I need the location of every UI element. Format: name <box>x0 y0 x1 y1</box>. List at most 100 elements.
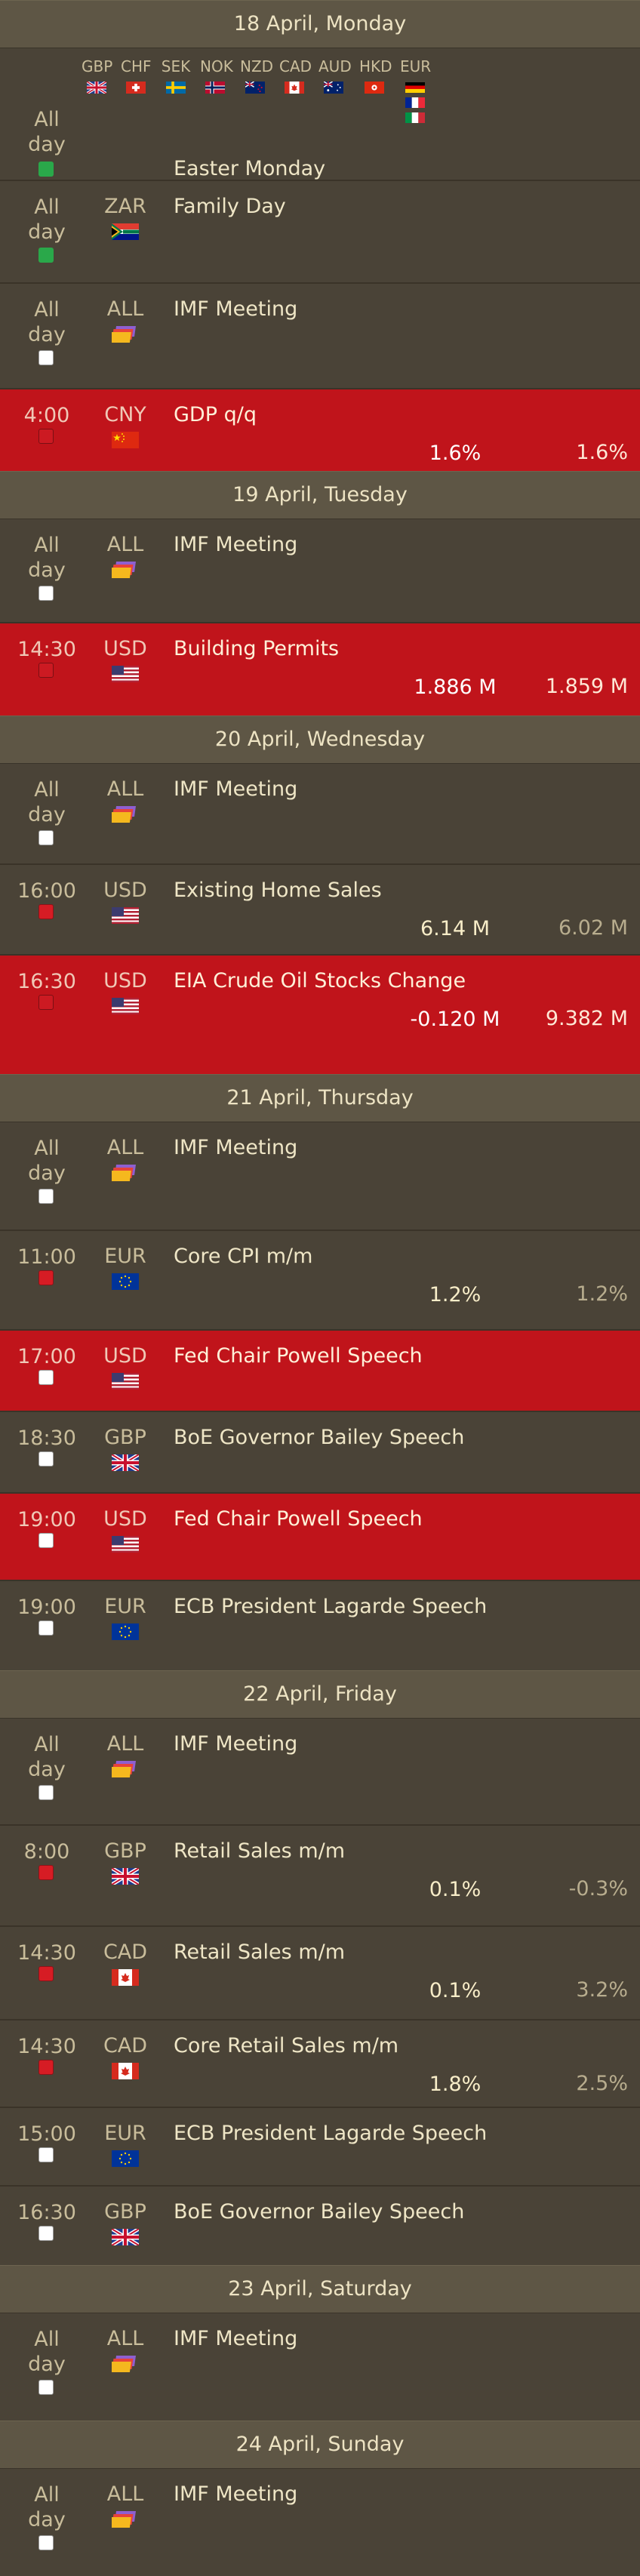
event-checkbox[interactable] <box>38 1620 54 1636</box>
event-checkbox[interactable] <box>38 1270 54 1285</box>
event-checkbox[interactable] <box>38 2226 54 2241</box>
event-time: 14:30 <box>17 2035 76 2058</box>
event-row[interactable]: 8:00 GBP Retail Sales m/m 0.1% -0.3% <box>0 1824 640 1925</box>
event-checkbox[interactable] <box>38 1533 54 1548</box>
event-title[interactable]: EIA Crude Oil Stocks Change <box>174 969 466 993</box>
event-forecast-value: 2.5% <box>576 2072 628 2095</box>
event-checkbox[interactable] <box>38 1451 54 1467</box>
event-title[interactable]: Retail Sales m/m <box>174 1940 345 1964</box>
event-time: All day <box>28 2328 66 2376</box>
event-title[interactable]: Building Permits <box>174 637 339 660</box>
ca-flag-icon <box>285 82 304 94</box>
event-time: 17:00 <box>17 1345 76 1368</box>
se-flag-icon <box>166 82 186 94</box>
italy-flag-icon <box>405 112 425 124</box>
event-row[interactable]: All day ALL IMF Meeting <box>0 519 640 622</box>
event-title[interactable]: Fed Chair Powell Speech <box>174 1344 423 1368</box>
event-title[interactable]: Family Day <box>174 195 286 218</box>
event-currency: ALL <box>106 2482 144 2506</box>
event-row-high-impact[interactable]: 4:00 CNY GDP q/q 1.6% 1.6% <box>0 388 640 471</box>
day-header: 24 April, Sunday <box>0 2421 640 2469</box>
event-currency: EUR <box>104 1595 146 1618</box>
event-row[interactable]: All day ALL IMF Meeting <box>0 1719 640 1824</box>
event-checkbox[interactable] <box>38 2147 54 2162</box>
event-row[interactable]: All day ZAR Family Day <box>0 180 640 282</box>
uk-flag-icon <box>110 1866 140 1887</box>
event-checkbox[interactable] <box>38 1865 54 1880</box>
event-checkbox[interactable] <box>38 248 54 263</box>
event-checkbox[interactable] <box>38 995 54 1010</box>
event-row-high-impact[interactable]: 16:30 USD EIA Crude Oil Stocks Change -0.12… <box>0 954 640 1074</box>
event-checkbox[interactable] <box>38 830 54 845</box>
event-row[interactable]: 16:00 USD Existing Home Sales 6.14 M 6.02 M <box>0 863 640 954</box>
event-row[interactable]: 18:30 GBP BoE Governor Bailey Speech <box>0 1411 640 1492</box>
event-checkbox[interactable] <box>38 1189 54 1204</box>
event-title[interactable]: IMF Meeting <box>174 2482 297 2506</box>
event-title[interactable]: BoE Governor Bailey Speech <box>174 1426 464 1449</box>
event-time: 19:00 <box>17 1596 76 1619</box>
event-checkbox[interactable] <box>38 663 54 678</box>
event-row[interactable]: All day ALL IMF Meeting <box>0 764 640 863</box>
event-row[interactable]: All day ALL IMF Meeting <box>0 282 640 388</box>
event-time: All day <box>28 1733 66 1781</box>
event-title[interactable]: Retail Sales m/m <box>174 1839 345 1863</box>
event-title[interactable]: Easter Monday <box>174 157 325 180</box>
event-row[interactable]: 11:00 EUR Core CPI m/m 1.2% 1.2% <box>0 1230 640 1329</box>
country-code: SEK <box>161 57 191 75</box>
event-title[interactable]: ECB President Lagarde Speech <box>174 2122 487 2145</box>
event-checkbox[interactable] <box>38 1370 54 1385</box>
event-checkbox[interactable] <box>38 2380 54 2395</box>
event-time: All day <box>28 195 66 244</box>
event-currency: ALL <box>106 777 144 801</box>
event-row[interactable]: All day ALL IMF Meeting <box>0 2469 640 2576</box>
ca-flag-icon <box>112 2063 139 2079</box>
event-row[interactable]: All day ALL IMF Meeting <box>0 2313 640 2421</box>
event-checkbox[interactable] <box>38 2535 54 2550</box>
event-title[interactable]: BoE Governor Bailey Speech <box>174 2200 464 2224</box>
event-checkbox[interactable] <box>38 2060 54 2075</box>
day-header: 18 April, Monday <box>0 0 640 48</box>
day-header: 20 April, Wednesday <box>0 716 640 764</box>
event-forecast-value: 6.02 M <box>558 916 628 940</box>
day-header: 22 April, Friday <box>0 1670 640 1719</box>
event-title[interactable]: GDP q/q <box>174 403 257 426</box>
event-checkbox[interactable] <box>38 586 54 601</box>
event-forecast-value: 1.6% <box>576 441 628 464</box>
eu-flag-icon <box>112 2150 139 2167</box>
event-actual-value: 1.2% <box>429 1283 482 1306</box>
event-title[interactable]: Existing Home Sales <box>174 879 382 902</box>
event-title[interactable]: IMF Meeting <box>174 533 297 556</box>
uk-flag-icon <box>110 1452 140 1473</box>
event-currency: USD <box>103 879 147 902</box>
event-time: All day <box>28 1137 66 1185</box>
event-row-high-impact[interactable]: 19:00 USD Fed Chair Powell Speech <box>0 1492 640 1580</box>
event-title[interactable]: Fed Chair Powell Speech <box>174 1507 423 1531</box>
event-row-high-impact[interactable]: 14:30 USD Building Permits 1.886 M 1.859 M <box>0 622 640 716</box>
event-checkbox[interactable] <box>38 162 54 177</box>
event-currency: USD <box>103 1344 147 1368</box>
event-row[interactable]: All day GBP CHF SEK NOK NZD CAD AUD HKD EUR Easter… <box>0 48 640 180</box>
event-checkbox[interactable] <box>38 904 54 919</box>
event-row[interactable]: 19:00 EUR ECB President Lagarde Speech <box>0 1580 640 1670</box>
event-row[interactable]: 15:00 EUR ECB President Lagarde Speech <box>0 2107 640 2185</box>
event-row-high-impact[interactable]: 17:00 USD Fed Chair Powell Speech <box>0 1329 640 1411</box>
event-title[interactable]: Core Retail Sales m/m <box>174 2034 398 2057</box>
event-row[interactable]: 14:30 CAD Core Retail Sales m/m 1.8% 2.5% <box>0 2019 640 2107</box>
event-checkbox[interactable] <box>38 350 54 365</box>
event-row[interactable]: 14:30 CAD Retail Sales m/m 0.1% 3.2% <box>0 1925 640 2019</box>
event-currency: ZAR <box>104 195 146 218</box>
event-title[interactable]: IMF Meeting <box>174 2327 297 2350</box>
event-title[interactable]: IMF Meeting <box>174 1732 297 1756</box>
event-title[interactable]: IMF Meeting <box>174 297 297 321</box>
economic-calendar: 18 April, Monday All day GBP CHF SEK NOK NZD CA… <box>0 0 640 2576</box>
event-title[interactable]: IMF Meeting <box>174 1136 297 1159</box>
event-row[interactable]: 16:30 GBP BoE Governor Bailey Speech <box>0 2185 640 2265</box>
event-checkbox[interactable] <box>38 1966 54 1981</box>
event-title[interactable]: Core CPI m/m <box>174 1245 312 1268</box>
all-currencies-flag-icon <box>109 1761 139 1777</box>
event-checkbox[interactable] <box>38 429 54 444</box>
event-title[interactable]: ECB President Lagarde Speech <box>174 1595 487 1618</box>
event-title[interactable]: IMF Meeting <box>174 777 297 801</box>
event-checkbox[interactable] <box>38 1785 54 1800</box>
event-row[interactable]: All day ALL IMF Meeting <box>0 1122 640 1230</box>
